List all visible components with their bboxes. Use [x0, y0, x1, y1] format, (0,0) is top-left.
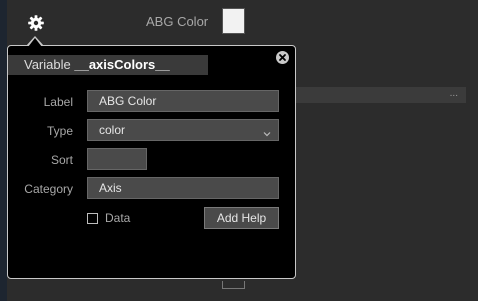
gear-icon[interactable]	[26, 13, 46, 33]
data-checkbox[interactable]	[87, 213, 98, 224]
variable-name: __axisColors__	[74, 57, 170, 72]
type-caption: Type	[46, 124, 73, 138]
background-row: ...	[296, 87, 466, 103]
color-swatch-bottom[interactable]	[222, 281, 245, 289]
row-menu-dots[interactable]: ...	[450, 87, 458, 101]
left-panel-edge	[0, 0, 7, 301]
popup-header: Variable __axisColors__	[8, 55, 208, 75]
label-input[interactable]: ABG Color	[87, 90, 279, 112]
variable-editor-screen: ABG Color ... Variable __axisColors__ La…	[0, 0, 478, 301]
sort-input[interactable]	[87, 148, 147, 170]
type-select-value: color	[99, 123, 126, 137]
property-label: ABG Color	[146, 14, 209, 29]
close-icon[interactable]	[276, 51, 289, 64]
popup-pointer-inner	[28, 38, 42, 47]
data-checkbox-label: Data	[105, 211, 131, 225]
category-caption: Category	[24, 182, 73, 196]
add-help-button[interactable]: Add Help	[204, 207, 279, 229]
sort-caption: Sort	[50, 153, 73, 167]
type-select[interactable]: color	[87, 119, 279, 141]
category-input[interactable]: Axis	[87, 177, 279, 199]
color-swatch[interactable]	[222, 8, 245, 34]
header-prefix: Variable	[24, 57, 71, 72]
label-caption: Label	[43, 95, 73, 109]
chevron-down-icon	[262, 125, 272, 137]
